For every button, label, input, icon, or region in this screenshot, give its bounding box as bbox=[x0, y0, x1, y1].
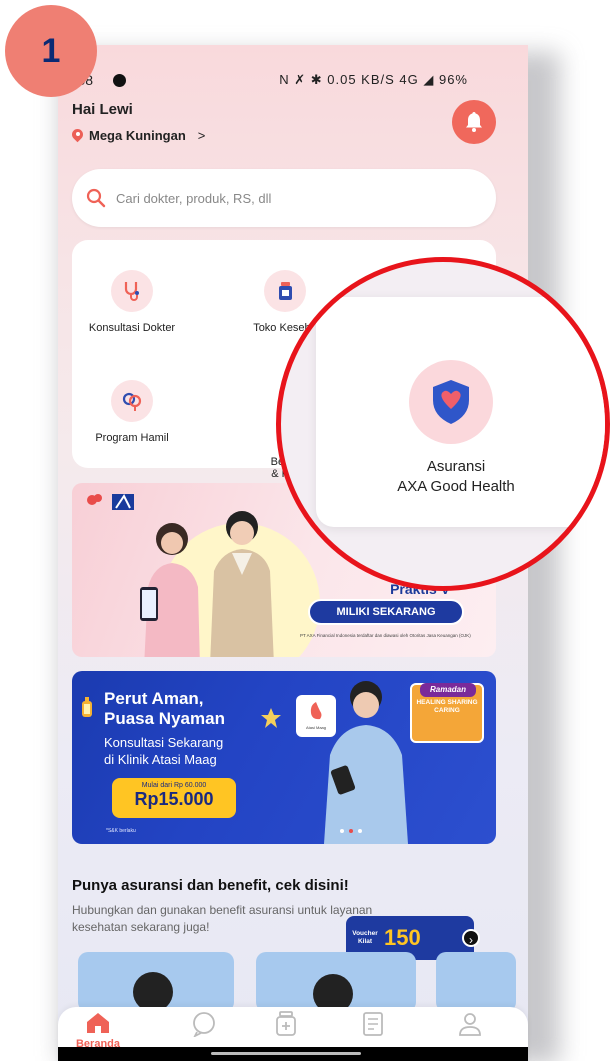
ramadan-label: Ramadan bbox=[420, 683, 476, 697]
home-gesture-handle[interactable] bbox=[211, 1052, 361, 1055]
document-icon bbox=[363, 1012, 383, 1036]
man-smiling-photo-icon bbox=[324, 681, 408, 844]
highlight-callout: Asuransi AXA Good Health bbox=[276, 257, 610, 591]
medicine-jar-icon bbox=[276, 1011, 296, 1036]
tab-toko[interactable] bbox=[256, 1011, 316, 1040]
menu-label: Konsultasi Dokter bbox=[88, 322, 176, 334]
medicine-bottle-icon bbox=[264, 270, 306, 312]
menu-item-program-hamil[interactable]: Program Hamil bbox=[77, 380, 187, 444]
atasi-maag-banner[interactable]: Perut Aman, Puasa Nyaman Konsultasi Seka… bbox=[72, 671, 496, 844]
banner-subtitle: Konsultasi Sekarang di Klinik Atasi Maag bbox=[104, 734, 223, 768]
insurance-card[interactable] bbox=[256, 952, 416, 1012]
notification-dot-icon bbox=[113, 74, 126, 87]
brand-logo-icon bbox=[87, 494, 134, 510]
tab-chat[interactable] bbox=[174, 1011, 234, 1040]
banner-fine-print: PT AXA Financial Indonesia terdaftar dan… bbox=[300, 633, 471, 638]
price-from-label: Mulai dari Rp 60.000 bbox=[141, 782, 207, 789]
chevron-right-icon: > bbox=[197, 128, 206, 143]
shield-heart-icon bbox=[409, 360, 493, 444]
ramadan-badge: Ramadan HEALING SHARING CARING bbox=[410, 683, 484, 743]
stethoscope-icon bbox=[111, 270, 153, 312]
insurance-section-title: Punya asuransi dan benefit, cek disini! bbox=[72, 877, 349, 894]
step-number: 1 bbox=[41, 31, 61, 70]
insurance-section-description: Hubungkan dan gunakan benefit asuransi u… bbox=[72, 903, 373, 934]
callout-label-line: AXA Good Health bbox=[397, 478, 515, 495]
menu-item-asuransi-axa-good-health[interactable]: Asuransi AXA Good Health bbox=[316, 297, 605, 527]
miliki-sekarang-button[interactable]: MILIKI SEKARANG bbox=[308, 599, 464, 625]
status-bar: 14:58 N ✗ ✱ 0.05 KB/S 4G ◢ 96% bbox=[58, 70, 468, 94]
banner-headline: Perut Aman, Puasa Nyaman bbox=[104, 689, 225, 729]
terms-note: *S&K berlaku bbox=[106, 828, 136, 834]
location-pin-icon bbox=[72, 129, 83, 143]
voucher-label: Voucher Kilat bbox=[352, 930, 378, 945]
bell-icon bbox=[466, 112, 482, 132]
banner-headline-line: Puasa Nyaman bbox=[104, 709, 225, 728]
ramadan-tagline: HEALING SHARING CARING bbox=[416, 699, 478, 714]
notification-button[interactable] bbox=[452, 100, 496, 144]
banner-headline-line: Perut Aman, bbox=[104, 689, 204, 708]
insurance-card[interactable] bbox=[78, 952, 234, 1012]
price-tag: Mulai dari Rp 60.000 Rp15.000 bbox=[112, 778, 236, 818]
gender-icon bbox=[111, 380, 153, 422]
lantern-icon bbox=[82, 697, 92, 717]
greeting: Hai Lewi bbox=[72, 101, 133, 118]
callout-label-line: Asuransi bbox=[426, 458, 486, 475]
chat-doctor-icon bbox=[192, 1012, 215, 1039]
person-photo-icon bbox=[313, 974, 353, 1012]
tab-profil[interactable] bbox=[440, 1011, 500, 1040]
profile-icon bbox=[459, 1013, 481, 1036]
location-label: Mega Kuningan bbox=[89, 128, 186, 143]
tab-riwayat[interactable] bbox=[343, 1011, 403, 1040]
tab-beranda[interactable]: Beranda bbox=[68, 1011, 128, 1050]
man-photo-icon bbox=[210, 511, 274, 657]
chevron-right-icon: › bbox=[462, 929, 480, 947]
status-icons: N ✗ ✱ 0.05 KB/S 4G ◢ 96% bbox=[279, 72, 468, 87]
banner-subtitle-line: di Klinik Atasi Maag bbox=[104, 752, 217, 767]
system-nav-bar bbox=[58, 1047, 528, 1061]
location-selector[interactable]: Mega Kuningan > bbox=[72, 128, 205, 143]
price-value: Rp15.000 bbox=[134, 789, 214, 809]
search-icon bbox=[86, 188, 106, 208]
search-input[interactable]: Cari dokter, produk, RS, dll bbox=[72, 169, 496, 227]
menu-item-konsultasi-dokter[interactable]: Konsultasi Dokter bbox=[77, 270, 187, 334]
banner-subtitle-line: Konsultasi Sekarang bbox=[104, 735, 224, 750]
step-badge: 1 bbox=[5, 5, 97, 97]
carousel-dots bbox=[340, 829, 362, 833]
screenshot-stage: 1 14:58 N ✗ ✱ 0.05 KB/S 4G ◢ 96% Hai Lew… bbox=[0, 0, 613, 1061]
search-placeholder: Cari dokter, produk, RS, dll bbox=[116, 190, 272, 206]
voucher-amount: 150 bbox=[384, 925, 421, 950]
insurance-cards bbox=[72, 952, 542, 1012]
home-icon bbox=[87, 1013, 109, 1033]
callout-label: Asuransi AXA Good Health bbox=[356, 457, 556, 497]
menu-label: Program Hamil bbox=[95, 432, 169, 444]
star-ornament-icon bbox=[261, 708, 281, 728]
person-photo-icon bbox=[133, 972, 173, 1012]
insurance-card[interactable] bbox=[436, 952, 516, 1012]
woman-photo-icon bbox=[140, 523, 200, 657]
